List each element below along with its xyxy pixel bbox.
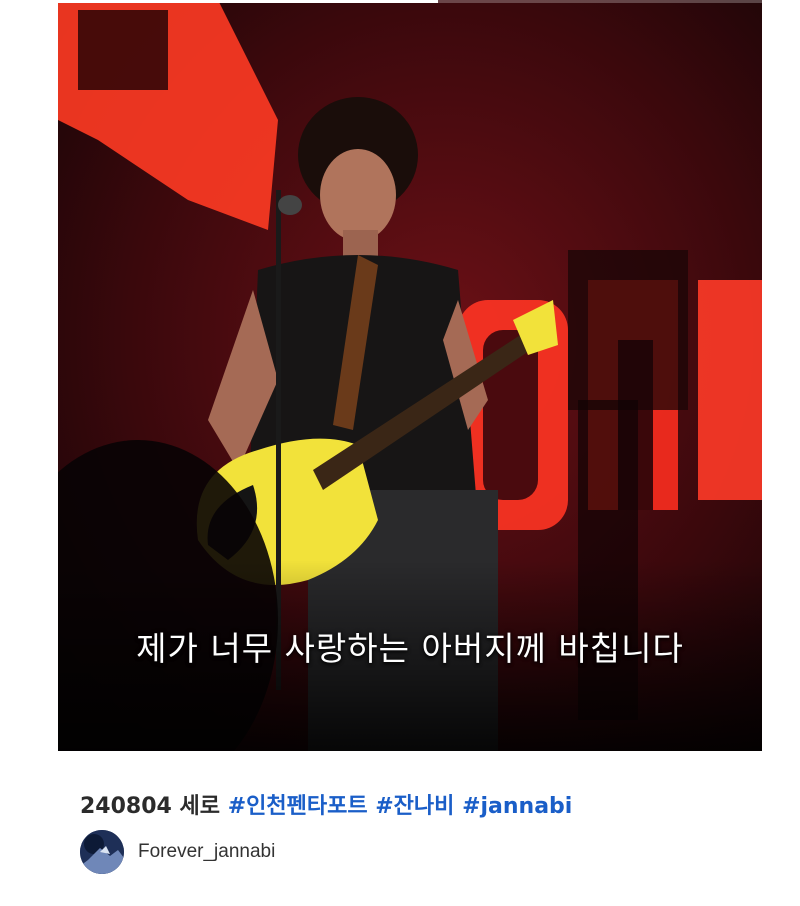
avatar-image: [80, 830, 124, 874]
hashtag-link[interactable]: #잔나비: [375, 794, 454, 819]
video-progress-fill: [58, 0, 439, 3]
hashtag-link[interactable]: #인천펜타포트: [228, 794, 368, 819]
caption-date: 240804: [80, 794, 172, 819]
channel-name[interactable]: Forever_jannabi: [138, 841, 275, 863]
avatar[interactable]: [80, 830, 124, 874]
channel-row[interactable]: Forever_jannabi: [80, 830, 275, 874]
hashtag-link[interactable]: #jannabi: [462, 794, 572, 819]
video-player[interactable]: 제가 너무 사랑하는 아버지께 바칩니다: [58, 0, 762, 751]
video-subtitle: 제가 너무 사랑하는 아버지께 바칩니다: [136, 629, 684, 668]
caption-label: 세로: [179, 794, 221, 819]
post-caption: 240804 세로 #인천펜타포트 #잔나비 #jannabi: [80, 788, 780, 820]
video-progress-track[interactable]: [58, 0, 762, 3]
